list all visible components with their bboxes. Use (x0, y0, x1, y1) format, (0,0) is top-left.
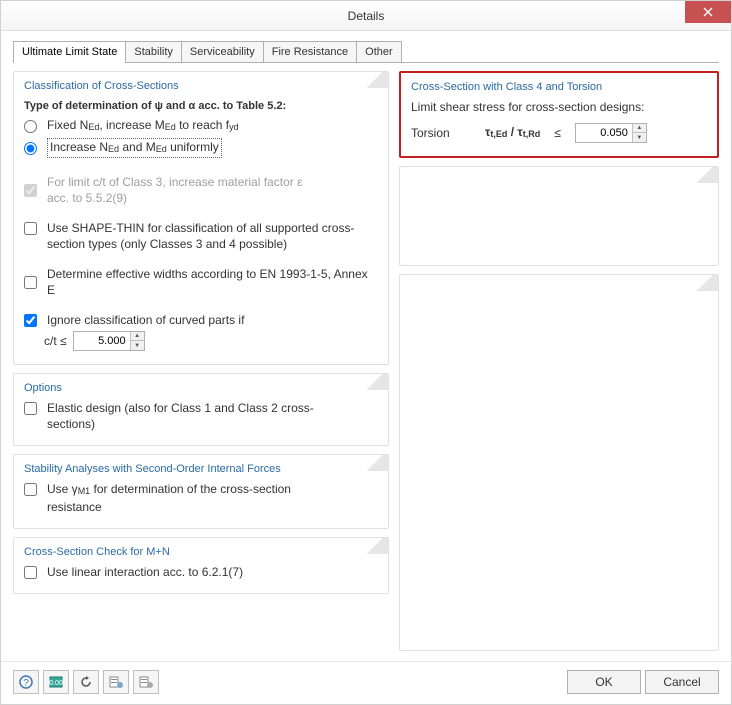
chk-material-factor-label: For limit c/t of Class 3, increase mater… (47, 174, 307, 206)
radio-fixed-ned[interactable] (24, 120, 37, 133)
tab-serviceability[interactable]: Serviceability (181, 41, 264, 62)
radio-increase-uniform[interactable] (24, 142, 37, 155)
ct-input-wrap: ▲ ▼ (73, 331, 145, 351)
placeholder-group-1 (399, 166, 719, 266)
group-stability-2nd-order: Stability Analyses with Second-Order Int… (13, 454, 389, 529)
list-button-1[interactable] (103, 670, 129, 694)
close-button[interactable] (685, 1, 731, 23)
ct-label: c/t ≤ (44, 333, 67, 349)
chk-gamma-m1-label: Use γM1 for determination of the cross-s… (47, 481, 327, 515)
group-title-torsion: Cross-Section with Class 4 and Torsion (411, 81, 707, 93)
chk-material-factor (24, 184, 37, 197)
radio-increase-uniform-label: Increase NEd and MEd uniformly (47, 138, 222, 158)
svg-text:?: ? (23, 678, 29, 689)
group-classification: Classification of Cross-Sections Type of… (13, 71, 389, 365)
chk-shapethin-label: Use SHAPE-THIN for classification of all… (47, 220, 357, 252)
torsion-input-wrap: ▲ ▼ (575, 123, 647, 143)
group-options: Options Elastic design (also for Class 1… (13, 373, 389, 446)
tab-stability[interactable]: Stability (125, 41, 182, 62)
svg-text:0.00: 0.00 (49, 680, 63, 687)
chk-linear-interaction[interactable] (24, 566, 37, 579)
group-title-mn: Cross-Section Check for M+N (24, 546, 378, 558)
refresh-icon (78, 674, 94, 690)
tab-fire-resistance[interactable]: Fire Resistance (263, 41, 357, 62)
units-icon: 0.00 (48, 674, 64, 690)
radio-fixed-ned-label: Fixed NEd, increase MEd to reach fyd (47, 117, 239, 135)
torsion-spin-down[interactable]: ▼ (633, 133, 646, 142)
tab-ultimate-limit-state[interactable]: Ultimate Limit State (13, 41, 126, 62)
group-title-stability: Stability Analyses with Second-Order Int… (24, 463, 378, 475)
torsion-row-label: Torsion (411, 125, 471, 141)
help-button[interactable]: ? (13, 670, 39, 694)
tab-strip: Ultimate Limit State Stability Serviceab… (13, 41, 719, 63)
chk-elastic-design[interactable] (24, 402, 37, 415)
chk-linear-interaction-label: Use linear interaction acc. to 6.2.1(7) (47, 564, 243, 580)
torsion-subtitle: Limit shear stress for cross-section des… (411, 99, 707, 115)
chk-gamma-m1[interactable] (24, 483, 37, 496)
chk-ignore-curved-label: Ignore classification of curved parts if (47, 312, 244, 328)
group-title-classification: Classification of Cross-Sections (24, 80, 378, 92)
torsion-formula: τt,Ed / τt,Rd (485, 124, 540, 142)
list-button-2[interactable] (133, 670, 159, 694)
tab-other[interactable]: Other (356, 41, 402, 62)
torsion-op: ≤ (554, 125, 561, 141)
ct-input[interactable] (74, 332, 130, 350)
window-title: Details (1, 9, 731, 23)
chk-ignore-curved[interactable] (24, 314, 37, 327)
chk-effective-widths-label: Determine effective widths according to … (47, 266, 378, 298)
group-torsion: Cross-Section with Class 4 and Torsion L… (399, 71, 719, 158)
group-mn-check: Cross-Section Check for M+N Use linear i… (13, 537, 389, 594)
group-title-options: Options (24, 382, 378, 394)
chk-effective-widths[interactable] (24, 276, 37, 289)
close-icon (703, 7, 713, 17)
cancel-button[interactable]: Cancel (645, 670, 719, 694)
ok-button[interactable]: OK (567, 670, 641, 694)
ct-spin-down[interactable]: ▼ (131, 341, 144, 350)
placeholder-group-2 (399, 274, 719, 651)
chk-shapethin[interactable] (24, 222, 37, 235)
titlebar: Details (1, 1, 731, 31)
units-button[interactable]: 0.00 (43, 670, 69, 694)
list-icon (108, 674, 124, 690)
list-alt-icon (138, 674, 154, 690)
chk-elastic-design-label: Elastic design (also for Class 1 and Cla… (47, 400, 327, 432)
type-heading: Type of determination of ψ and α acc. to… (24, 98, 378, 114)
refresh-button[interactable] (73, 670, 99, 694)
help-icon: ? (18, 674, 34, 690)
torsion-input[interactable] (576, 124, 632, 142)
